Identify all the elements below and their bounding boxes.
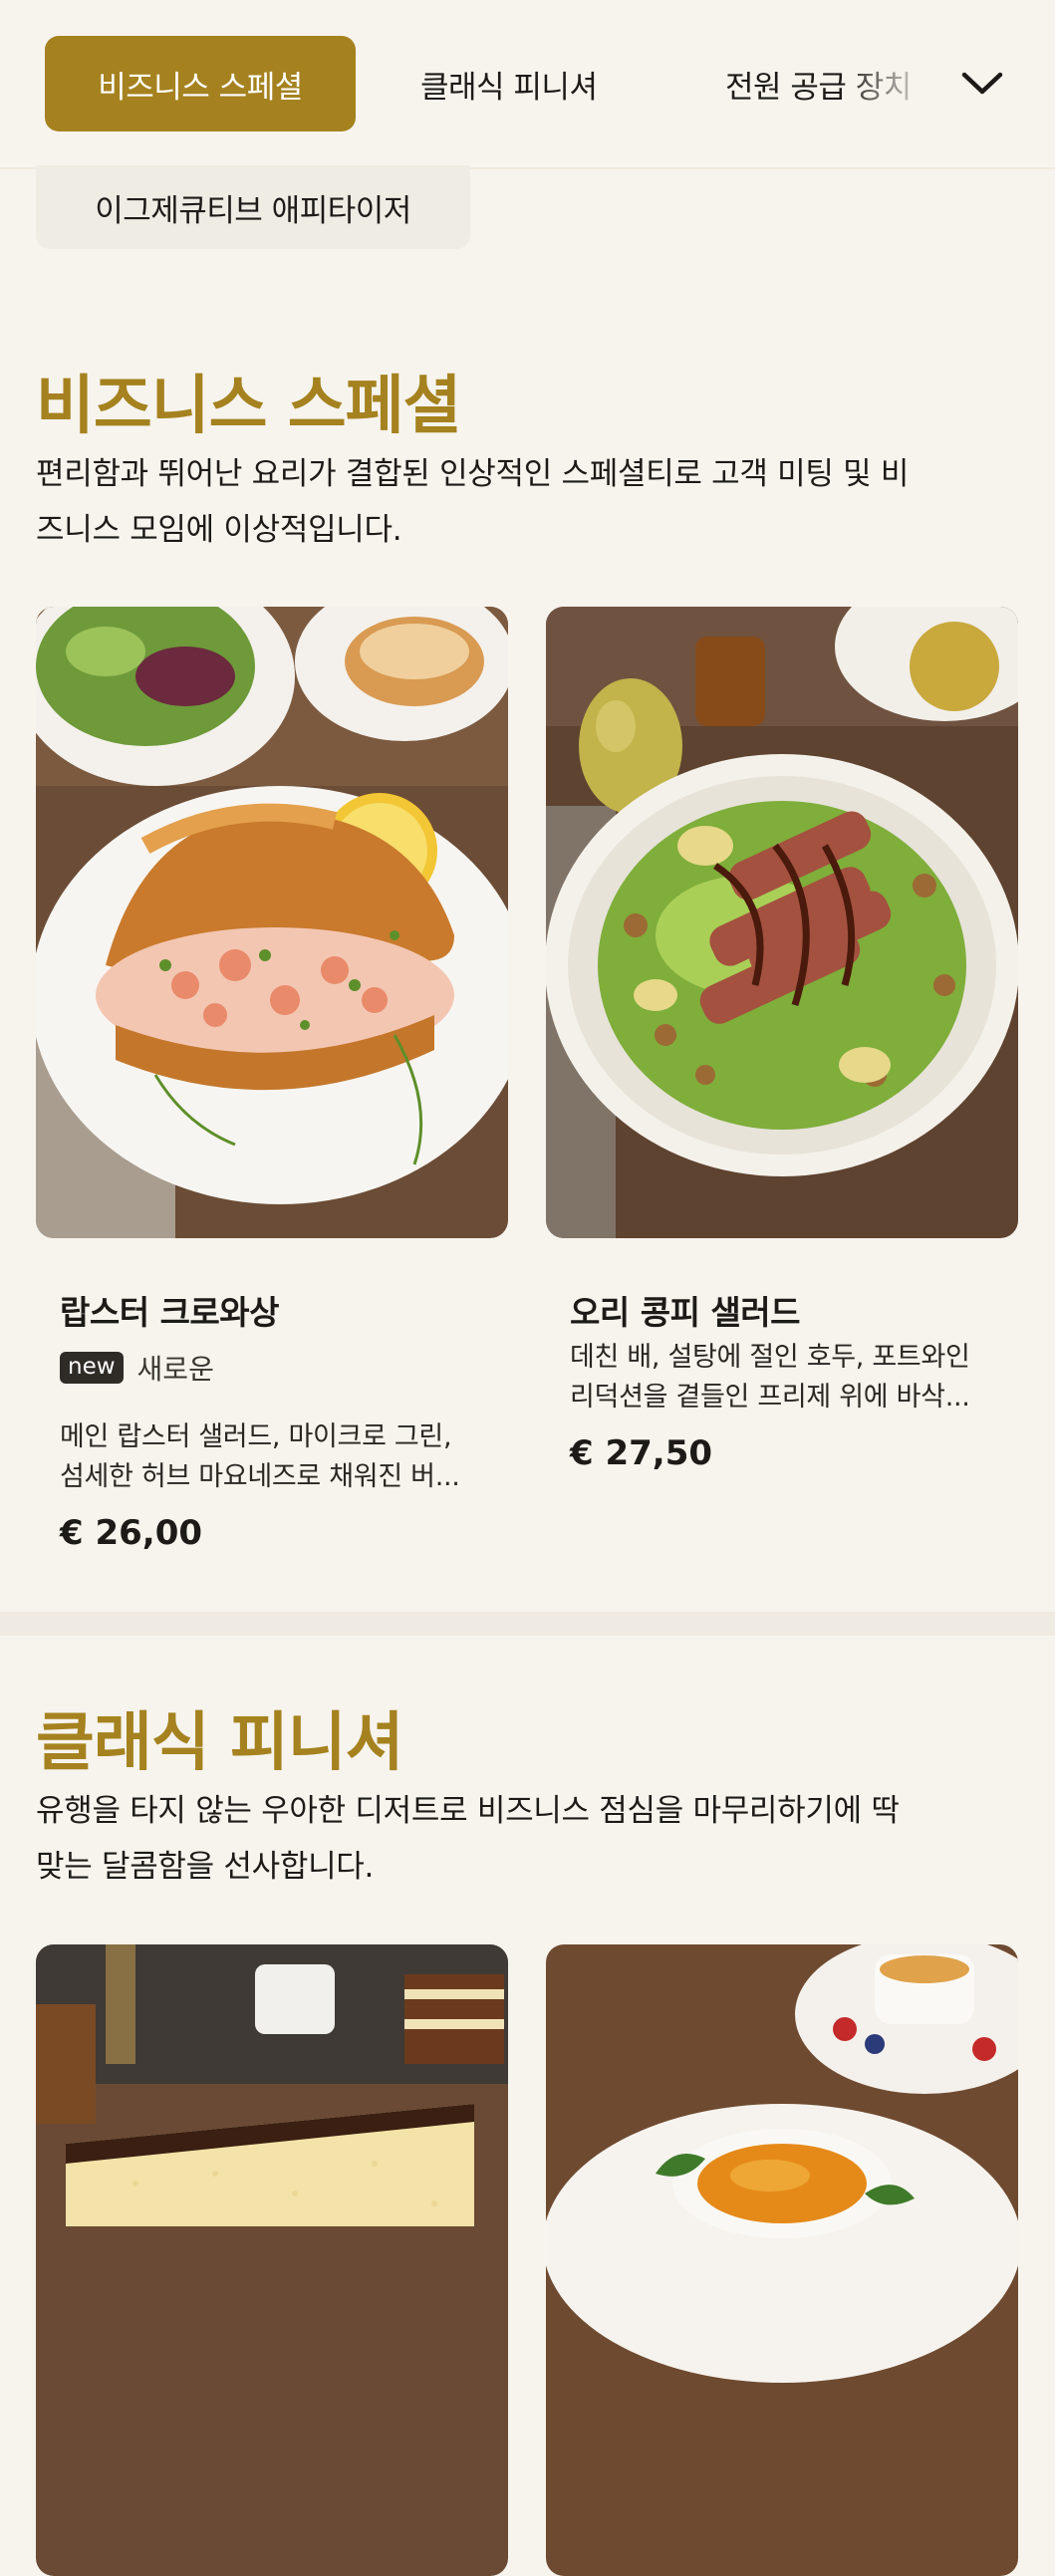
menu-item-card[interactable] (546, 1944, 1018, 2576)
section-description: 편리함과 뛰어난 요리가 결합된 인상적인 스페셜티로 고객 미팅 및 비 즈니… (36, 456, 910, 548)
new-badge-row: new 새로운 (60, 1348, 214, 1388)
item-description: 데친 배, 설탕에 절인 호두, 포트와인 리덕션을 곁들인 프리제 위에 바삭… (570, 1342, 970, 1413)
section-title-classic-finisher: 클래식 피니셔 (36, 1706, 404, 1780)
menu-item-card[interactable] (36, 1944, 508, 2576)
lobster-croissant-photo (36, 607, 508, 1238)
item-name: 랍스터 크로와상 (60, 1293, 280, 1332)
new-badge-label: 새로운 (136, 1353, 214, 1386)
creme-brulee-photo (546, 1944, 1018, 2576)
new-badge: new (60, 1352, 124, 1384)
category-nav: 비즈니스 스페셜 클래식 피니셔 전원 공급 장치 (0, 0, 1055, 169)
item-price: € 27,50 (570, 1433, 713, 1473)
chevron-down-icon[interactable] (958, 60, 1006, 108)
section-description: 유행을 타지 않는 우아한 디저트로 비즈니스 점심을 마무리하기에 딱 맞는 … (36, 1793, 900, 1885)
chocolate-cake-photo (36, 1944, 508, 2576)
subtab-executive-appetizer[interactable]: 이그제큐티브 애피타이저 (36, 165, 470, 249)
tab-business-special[interactable]: 비즈니스 스페셜 (45, 36, 356, 131)
item-description: 메인 랍스터 샐러드, 마이크로 그린, 섬세한 허브 마요네즈로 채워진 버.… (60, 1421, 460, 1492)
item-name: 오리 콩피 샐러드 (570, 1293, 801, 1332)
item-price: € 26,00 (60, 1513, 203, 1553)
tab-classic-finisher[interactable]: 클래식 피니셔 (420, 36, 598, 131)
section-divider (0, 1612, 1055, 1636)
duck-confit-salad-photo (546, 607, 1018, 1238)
tab-power-supply[interactable]: 전원 공급 장치 (725, 36, 934, 131)
menu-item-card[interactable]: 오리 콩피 샐러드 데친 배, 설탕에 절인 호두, 포트와인 리덕션을 곁들인… (546, 607, 1018, 1503)
section-title-business-special: 비즈니스 스페셜 (36, 370, 461, 443)
menu-item-card[interactable]: 랍스터 크로와상 new 새로운 메인 랍스터 샐러드, 마이크로 그린, 섬세… (36, 607, 508, 1583)
